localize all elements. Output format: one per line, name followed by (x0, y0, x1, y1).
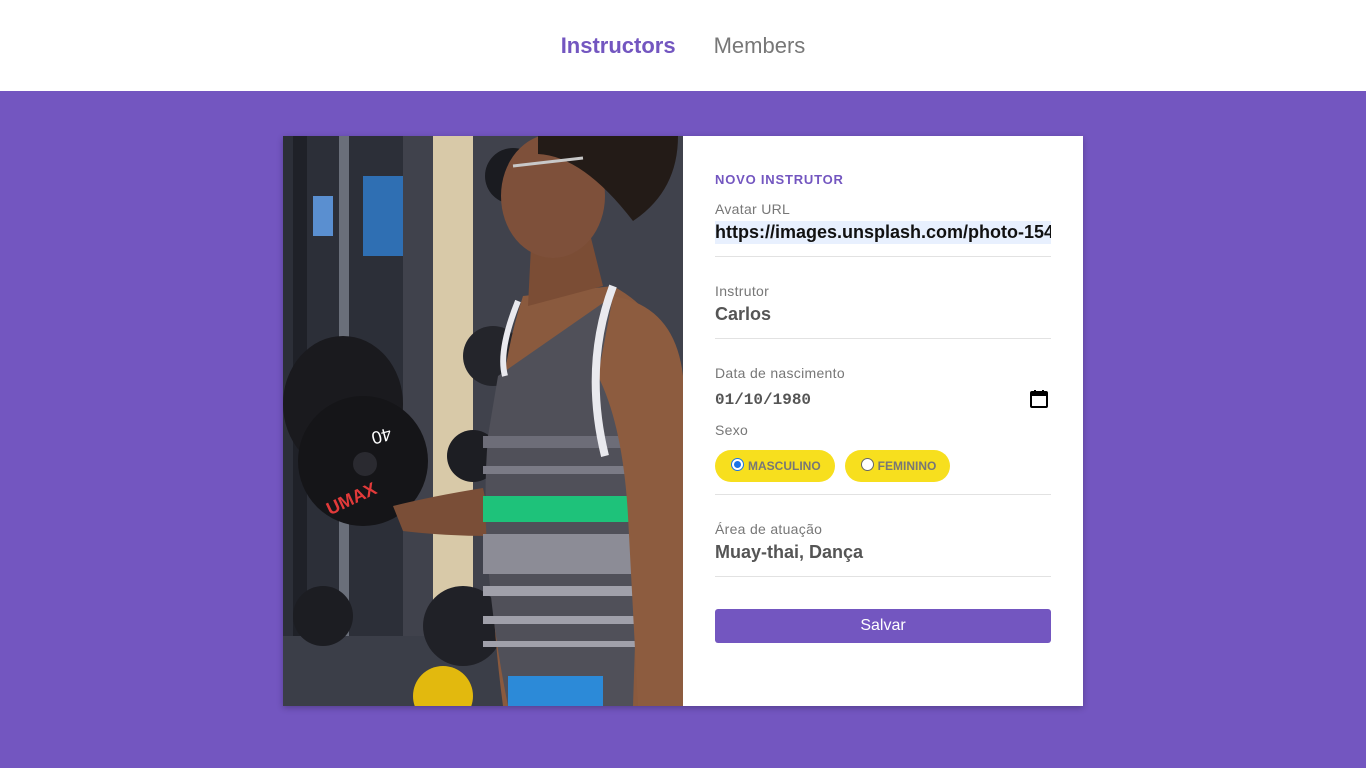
instructor-form: NOVO INSTRUTOR Avatar URL https://images… (683, 136, 1083, 706)
avatar-url-field-group: Avatar URL https://images.unsplash.com/p… (715, 201, 1051, 257)
birth-date-label: Data de nascimento (715, 365, 845, 381)
nav-link-members[interactable]: Members (714, 33, 806, 59)
gender-option-feminino[interactable]: FEMININO (844, 450, 951, 482)
gender-option-label: MASCULINO (748, 459, 821, 473)
instructor-name-field-group: Instrutor Carlos (715, 283, 1051, 339)
calendar-icon[interactable] (1029, 389, 1049, 409)
gender-option-masculino[interactable]: MASCULINO (715, 450, 835, 482)
services-field-group: Área de atuação Muay-thai, Dança (715, 521, 1051, 577)
radio-button[interactable] (860, 457, 874, 471)
nav-link-instructors[interactable]: Instructors (561, 33, 676, 59)
avatar-url-input[interactable]: https://images.unsplash.com/photo-154 (715, 221, 1051, 244)
services-label: Área de atuação (715, 521, 823, 537)
instructor-name-input[interactable]: Carlos (715, 303, 1051, 326)
avatar-url-label: Avatar URL (715, 201, 791, 217)
instructor-name-label: Instrutor (715, 283, 770, 299)
birth-date-field-group: Data de nascimento 01/10/1980 (715, 365, 1051, 409)
gender-label: Sexo (715, 422, 749, 438)
gender-option-label: FEMININO (877, 459, 937, 473)
instructor-avatar-image: 40 UMAX (283, 136, 683, 706)
services-input[interactable]: Muay-thai, Dança (715, 541, 1051, 564)
top-navigation: Instructors Members (0, 0, 1366, 91)
birth-date-input[interactable]: 01/10/1980 (715, 391, 811, 409)
instructor-form-card: 40 UMAX NOVO INSTRUTOR Avatar URL https:… (283, 136, 1083, 706)
radio-button-checked[interactable] (731, 457, 744, 471)
save-button[interactable]: Salvar (715, 609, 1051, 643)
gender-field-group: Sexo MASCULINO FEMININO (715, 422, 1051, 495)
gender-radio-group: MASCULINO FEMININO (715, 450, 1051, 482)
form-title: NOVO INSTRUTOR (715, 172, 844, 187)
